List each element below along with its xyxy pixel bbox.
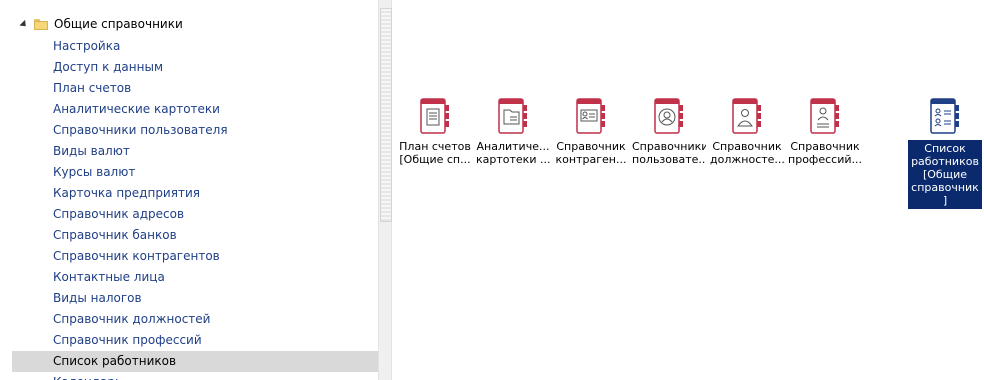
tile-professions[interactable]: Справочник профессий...	[788, 96, 862, 166]
tile-caption-line: Справочник	[712, 140, 782, 153]
tile-caption-line: Аналитиче...	[476, 140, 550, 153]
tree-item-label: Общие справочники	[54, 17, 183, 31]
tile-caption-line: должносте...	[710, 153, 784, 166]
tile-caption-line: ]	[942, 194, 948, 207]
tree-panel: ’ ‘ ’ Общие справочники Настройка Доступ…	[0, 0, 378, 380]
tile-caption-line: [Общие сп...	[399, 153, 471, 166]
content-panel: План счетов [Общие сп... Аналитиче... ка…	[392, 0, 984, 380]
tile-caption-line: справочник	[911, 181, 979, 194]
tree-item-data-access[interactable]: Доступ к данным	[0, 57, 378, 78]
tree-item-user-references[interactable]: Справочники пользователя	[0, 120, 378, 141]
tree-item-exchange-rates[interactable]: Курсы валют	[0, 162, 378, 183]
person-tools-icon	[809, 96, 841, 136]
tree-item-positions[interactable]: Справочник должностей	[0, 309, 378, 330]
tile-positions[interactable]: Справочник должносте...	[710, 96, 784, 166]
tile-caption-line: работников	[911, 155, 979, 168]
scrollbar-thumb[interactable]	[380, 8, 392, 222]
tree-item-addresses[interactable]: Справочник адресов	[0, 204, 378, 225]
tree-item-analytic-cards[interactable]: Аналитические картотеки	[0, 99, 378, 120]
ledger-icon	[419, 96, 451, 136]
tree-item-counterparties[interactable]: Справочник контрагентов	[0, 246, 378, 267]
tree-item-calendar[interactable]: Календарь	[0, 372, 378, 380]
tree-children: Настройка Доступ к данным План счетов Ан…	[0, 36, 378, 380]
tree-item-chart-of-accounts[interactable]: План счетов	[0, 78, 378, 99]
tile-caption-line: Список	[924, 142, 966, 155]
tile-user-references[interactable]: Справочники пользовате...	[632, 96, 706, 166]
tile-caption-line: План счетов	[399, 140, 471, 153]
tile-caption-line: Справочник	[556, 140, 626, 153]
tree-item-banks[interactable]: Справочник банков	[0, 225, 378, 246]
tile-caption-line: Справочник	[790, 140, 860, 153]
tree-item-currency-types[interactable]: Виды валют	[0, 141, 378, 162]
tile-counterparties[interactable]: Справочник контраген...	[554, 96, 628, 166]
tile-caption-line: картотеки ...	[476, 153, 550, 166]
person-badge-icon	[731, 96, 763, 136]
tile-caption: Список работников [Общие справочник ]	[908, 140, 982, 209]
tile-caption-line: Справочники	[632, 140, 706, 153]
collapse-arrow-icon[interactable]	[18, 19, 28, 29]
contact-card-icon	[575, 96, 607, 136]
user-circle-icon	[653, 96, 685, 136]
tile-caption-line: профессий...	[788, 153, 862, 166]
tile-caption-line: пользовате...	[632, 153, 706, 166]
tile-employees[interactable]: Список работников [Общие справочник ]	[908, 96, 982, 209]
tree-item-tax-types[interactable]: Виды налогов	[0, 288, 378, 309]
tile-caption-line: контраген...	[555, 153, 627, 166]
tile-chart-of-accounts[interactable]: План счетов [Общие сп...	[398, 96, 472, 166]
tree-item-professions[interactable]: Справочник профессий	[0, 330, 378, 351]
tile-analytic-cards[interactable]: Аналитиче... картотеки ...	[476, 96, 550, 166]
tree-item-contacts[interactable]: Контактные лица	[0, 267, 378, 288]
tree-item-general-references[interactable]: Общие справочники	[18, 14, 183, 34]
tree-partial-text: ’ ‘ ’	[38, 0, 57, 4]
folder-doc-icon	[497, 96, 529, 136]
tree-item-settings[interactable]: Настройка	[0, 36, 378, 57]
tree-item-employees[interactable]: Список работников	[12, 351, 378, 372]
vertical-scrollbar[interactable]	[378, 0, 392, 380]
tile-caption-line: [Общие	[922, 168, 967, 181]
people-list-icon	[929, 96, 961, 136]
tree-item-company-card[interactable]: Карточка предприятия	[0, 183, 378, 204]
folder-icon	[34, 18, 48, 30]
